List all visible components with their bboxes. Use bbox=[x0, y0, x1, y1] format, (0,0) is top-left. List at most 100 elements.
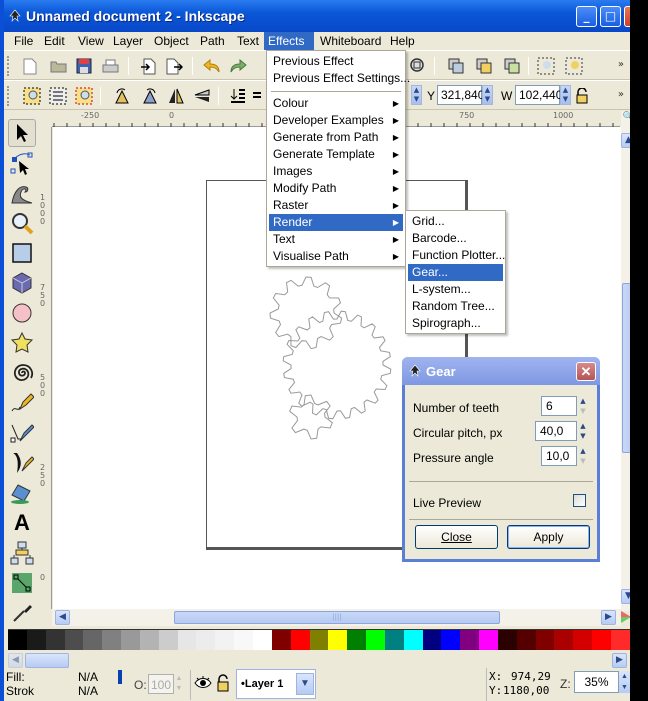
clone-icon[interactable] bbox=[474, 56, 494, 76]
lower-to-bottom-icon[interactable] bbox=[228, 86, 248, 106]
w-field[interactable]: 102,440 bbox=[515, 85, 562, 105]
menu-item-developer-examples[interactable]: Developer Examples ▶ bbox=[269, 112, 403, 129]
color-swatch[interactable] bbox=[83, 630, 103, 650]
vertical-ruler[interactable]: 1000 750 500 250 0 bbox=[38, 127, 52, 609]
y-field[interactable]: 321,840 bbox=[437, 85, 484, 105]
flip-horizontal-icon[interactable] bbox=[166, 86, 186, 106]
stroke-value[interactable]: N/A bbox=[78, 684, 98, 698]
selector-tool[interactable] bbox=[8, 119, 36, 147]
zoom-tool[interactable] bbox=[8, 209, 36, 237]
menu-item-images[interactable]: Images ▶ bbox=[269, 163, 403, 180]
menu-item-generate-from-path[interactable]: Generate from Path ▶ bbox=[269, 129, 403, 146]
menu-view[interactable]: View bbox=[74, 32, 108, 50]
group-icon[interactable] bbox=[536, 56, 556, 76]
menu-item-raster[interactable]: Raster ▶ bbox=[269, 197, 403, 214]
lock-icon[interactable] bbox=[572, 86, 592, 106]
teeth-spinner[interactable]: ▲ ▼ bbox=[578, 396, 588, 416]
deselect-icon[interactable] bbox=[74, 86, 94, 106]
menu-edit[interactable]: Edit bbox=[40, 32, 69, 50]
gear-shape[interactable] bbox=[289, 394, 333, 440]
select-all-layers-icon[interactable] bbox=[48, 86, 68, 106]
menu-item-text[interactable]: Text ▶ bbox=[269, 231, 403, 248]
minimize-button[interactable]: _ bbox=[576, 6, 597, 27]
scroll-right-button[interactable]: ▶ bbox=[601, 610, 616, 625]
color-swatch[interactable] bbox=[573, 630, 593, 650]
scroll-up-button[interactable]: ▲ bbox=[621, 133, 630, 148]
open-folder-icon[interactable] bbox=[48, 56, 68, 76]
pitch-field[interactable]: 40,0 bbox=[535, 421, 577, 441]
color-swatch[interactable] bbox=[102, 630, 122, 650]
zoom-corner-icon[interactable]: 🔍 bbox=[621, 111, 630, 126]
color-swatch[interactable] bbox=[347, 630, 367, 650]
paint-bucket-tool[interactable] bbox=[8, 479, 36, 507]
pitch-spinner[interactable]: ▲ ▼ bbox=[578, 421, 588, 441]
redo-icon[interactable] bbox=[228, 56, 248, 76]
color-swatch[interactable] bbox=[384, 630, 404, 650]
menu-item-generate-template[interactable]: Generate Template ▶ bbox=[269, 146, 403, 163]
color-manage-icon[interactable] bbox=[620, 610, 630, 624]
opacity-field[interactable]: 100 bbox=[148, 674, 174, 694]
color-swatch[interactable] bbox=[460, 630, 480, 650]
close-window-button[interactable]: ✕ bbox=[624, 6, 630, 27]
menu-item-function-plotter[interactable]: Function Plotter... bbox=[408, 247, 505, 264]
color-swatch[interactable] bbox=[554, 630, 574, 650]
dialog-close-icon[interactable]: ✕ bbox=[576, 362, 596, 381]
dropper-tool[interactable] bbox=[8, 599, 36, 627]
gear-shape[interactable] bbox=[269, 276, 343, 350]
text-tool[interactable]: A bbox=[8, 509, 36, 537]
color-swatch[interactable] bbox=[252, 630, 272, 650]
toolbar-overflow-icon[interactable]: » bbox=[618, 59, 624, 70]
rotate-cw-icon[interactable] bbox=[140, 86, 160, 106]
select-all-icon[interactable] bbox=[22, 86, 42, 106]
color-swatch[interactable] bbox=[592, 630, 611, 650]
opacity-spinner[interactable]: ▲ ▼ bbox=[174, 674, 184, 694]
menu-item-visualise-path[interactable]: Visualise Path ▶ bbox=[269, 248, 403, 265]
scroll-down-button[interactable]: ▼ bbox=[621, 589, 630, 604]
palette-scroll-right[interactable]: ▶ bbox=[612, 653, 627, 668]
vertical-scroll-thumb[interactable] bbox=[622, 283, 630, 453]
color-swatch[interactable] bbox=[328, 630, 348, 650]
color-swatch[interactable] bbox=[121, 630, 140, 650]
menu-object[interactable]: Object bbox=[150, 32, 193, 50]
menu-item-grid[interactable]: Grid... bbox=[408, 213, 503, 230]
pencil-tool[interactable] bbox=[8, 389, 36, 417]
color-swatch[interactable] bbox=[215, 630, 235, 650]
color-swatch[interactable] bbox=[196, 630, 216, 650]
color-swatch[interactable] bbox=[611, 630, 630, 650]
color-swatch[interactable] bbox=[139, 630, 159, 650]
calligraphy-tool[interactable] bbox=[8, 449, 36, 477]
color-swatch[interactable] bbox=[497, 630, 517, 650]
menu-whiteboard[interactable]: Whiteboard bbox=[316, 32, 385, 50]
color-swatch[interactable] bbox=[234, 630, 253, 650]
menu-item-colour[interactable]: Colour ▶ bbox=[269, 95, 403, 112]
gear-shape[interactable] bbox=[282, 310, 392, 420]
pen-tool[interactable] bbox=[8, 419, 36, 447]
vertical-scrollbar[interactable]: 🔍 ▲ ▼ bbox=[621, 111, 630, 611]
menu-item-previous-effect-settings[interactable]: Previous Effect Settings... bbox=[269, 70, 410, 87]
menu-item-random-tree[interactable]: Random Tree... bbox=[408, 298, 503, 315]
save-icon[interactable] bbox=[74, 56, 94, 76]
w-field-spinner[interactable]: ▲ ▼ bbox=[560, 85, 571, 105]
color-swatch[interactable] bbox=[479, 630, 498, 650]
zoom-spinner[interactable]: ▲ ▼ bbox=[619, 671, 630, 693]
color-swatch[interactable] bbox=[45, 630, 65, 650]
menu-item-gear[interactable]: Gear... bbox=[408, 264, 503, 281]
node-tool[interactable] bbox=[8, 149, 36, 177]
color-swatch[interactable] bbox=[64, 630, 84, 650]
color-swatch[interactable] bbox=[177, 630, 197, 650]
live-preview-checkbox[interactable] bbox=[573, 494, 586, 507]
gradient-tool[interactable] bbox=[8, 569, 36, 597]
color-swatch[interactable] bbox=[290, 630, 310, 650]
palette-scrollbar[interactable]: ◀ ▶ bbox=[8, 652, 630, 668]
tweak-tool[interactable] bbox=[8, 179, 36, 207]
zoom-drawing-icon[interactable] bbox=[408, 56, 428, 76]
flip-vertical-icon[interactable] bbox=[192, 86, 212, 106]
3d-box-tool[interactable] bbox=[8, 269, 36, 297]
apply-button[interactable]: Apply bbox=[507, 525, 590, 549]
fill-value[interactable]: N/A bbox=[78, 670, 98, 684]
menu-layer[interactable]: Layer bbox=[109, 32, 147, 50]
menu-item-previous-effect[interactable]: Previous Effect bbox=[269, 53, 403, 70]
layer-dropdown-button[interactable]: ▼ bbox=[296, 673, 314, 695]
color-swatch[interactable] bbox=[516, 630, 536, 650]
ungroup-icon[interactable] bbox=[564, 56, 584, 76]
